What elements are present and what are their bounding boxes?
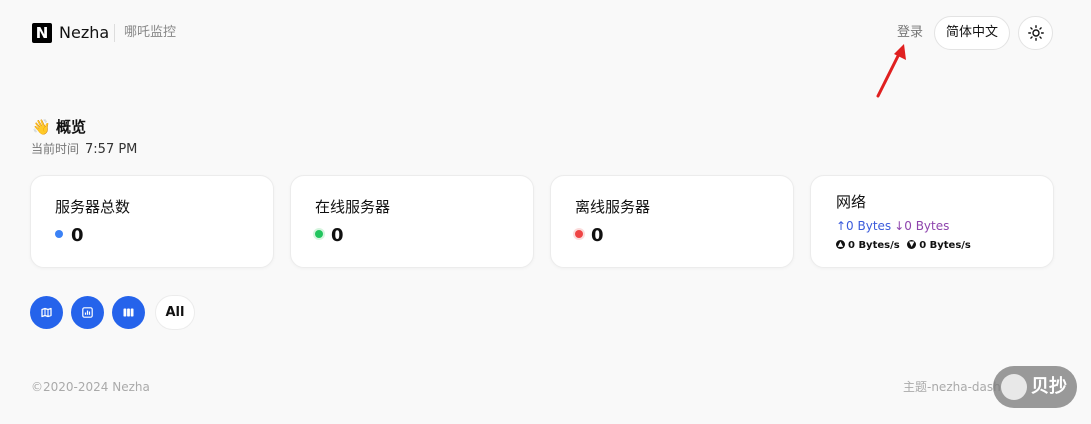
network-card: 网络 ↑0 Bytes ↓0 Bytes ▲ 0 Bytes/s ▼ 0 Bytes/… [810,175,1054,268]
online-servers-count: 0 [331,225,344,246]
login-link[interactable]: 登录 [897,24,923,42]
time-label: 当前时间 [31,142,80,156]
nezha-logo[interactable]: N [32,23,52,43]
network-total: ▲ 0 Bytes/s ▼ 0 Bytes/s [836,239,971,253]
map-view-button[interactable] [30,296,63,329]
download-total: 0 Bytes/s [919,240,971,251]
language-button[interactable]: 简体中文 [934,16,1010,50]
watermark-badge: 贝抄 [993,366,1077,408]
overview-title-text: 概览 [56,118,87,136]
total-servers-card[interactable]: 服务器总数 0 [30,175,274,268]
offline-servers-value: 0 [575,225,604,247]
offline-servers-label: 离线服务器 [575,198,651,216]
total-servers-label: 服务器总数 [55,198,131,216]
status-dot-icon [55,230,63,238]
upload-speed: ↑0 Bytes [836,219,892,233]
header: N Nezha 哪吒监控 登录 简体中文 [0,0,1091,98]
chart-icon [82,307,93,318]
sun-icon [1028,25,1044,41]
online-servers-label: 在线服务器 [315,198,391,216]
total-servers-value: 0 [55,225,84,247]
site-subtitle: 哪吒监控 [124,25,177,40]
online-servers-card[interactable]: 在线服务器 0 [290,175,534,268]
network-label: 网络 [836,193,867,211]
brand-name[interactable]: Nezha [59,22,109,44]
upload-arrow-icon: ▲ [836,239,845,249]
copyright-text: ©2020-2024 Nezha [31,380,150,394]
watermark-text: 贝抄 [1031,376,1067,397]
online-dot-icon [315,230,323,238]
current-time: 当前时间 7:57 PM [31,140,137,159]
columns-icon [123,308,134,317]
offline-dot-icon [575,230,583,238]
theme-credit-link[interactable]: 主题-nezha-dash [903,379,1001,395]
online-servers-value: 0 [315,225,344,247]
cat-icon [1001,374,1027,400]
upload-total: 0 Bytes/s [848,240,900,251]
theme-toggle-button[interactable] [1018,16,1053,50]
offline-servers-card[interactable]: 离线服务器 0 [550,175,794,268]
total-servers-count: 0 [71,225,84,246]
all-filter-button[interactable]: All [155,295,195,330]
overview-title: 👋 概览 [32,117,86,137]
network-speed: ↑0 Bytes ↓0 Bytes [836,218,949,234]
offline-servers-count: 0 [591,225,604,246]
header-divider [114,24,115,42]
map-icon [41,307,52,318]
columns-view-button[interactable] [112,296,145,329]
chart-view-button[interactable] [71,296,104,329]
waving-hand-icon: 👋 [32,118,51,136]
annotation-arrow-icon [876,44,906,98]
download-arrow-icon: ▼ [907,239,917,249]
time-value: 7:57 PM [85,142,138,157]
download-speed: ↓0 Bytes [894,219,950,233]
